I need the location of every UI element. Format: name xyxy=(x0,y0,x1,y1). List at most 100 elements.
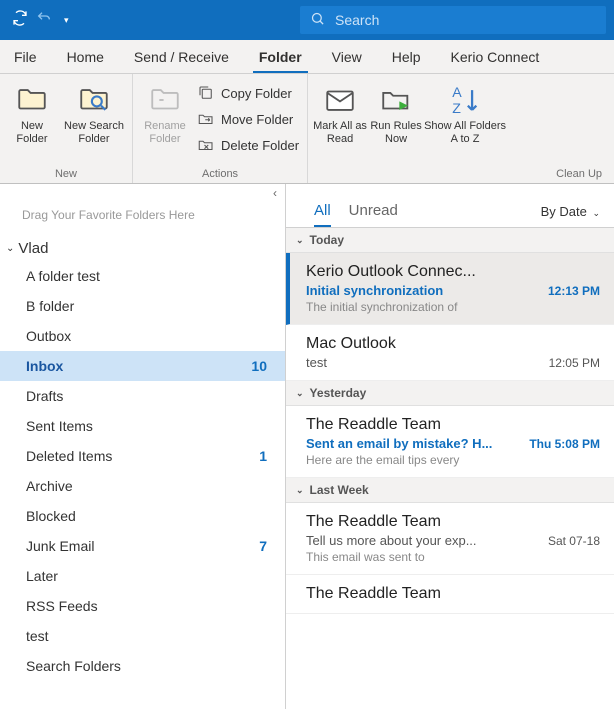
folder-count: 1 xyxy=(259,448,267,464)
message-item[interactable]: The Readdle Team xyxy=(286,575,614,614)
show-all-folders-az-button[interactable]: AZ Show All Folders A to Z xyxy=(424,78,506,146)
folder-label: A folder test xyxy=(26,268,100,284)
move-folder-label: Move Folder xyxy=(221,112,293,127)
message-item[interactable]: The Readdle Team Sent an email by mistak… xyxy=(286,406,614,478)
copy-folder-icon xyxy=(197,84,215,102)
folder-label: Later xyxy=(26,568,58,584)
folder-item[interactable]: Outbox xyxy=(0,321,285,351)
filter-unread[interactable]: Unread xyxy=(349,202,398,227)
menu-tabs: File Home Send / Receive Folder View Hel… xyxy=(0,40,614,74)
search-box[interactable] xyxy=(300,6,606,34)
message-item[interactable]: The Readdle Team Tell us more about your… xyxy=(286,503,614,575)
folder-label: B folder xyxy=(26,298,74,314)
folder-item[interactable]: A folder test xyxy=(0,261,285,291)
group-last-week[interactable]: ⌄ Last Week xyxy=(286,478,614,503)
message-time: 12:05 PM xyxy=(549,356,600,370)
sync-icon[interactable] xyxy=(12,10,28,30)
delete-folder-button[interactable]: Delete Folder xyxy=(195,134,301,156)
copy-folder-button[interactable]: Copy Folder xyxy=(195,82,301,104)
message-subject: Sent an email by mistake? H... xyxy=(306,436,492,451)
folder-label: Search Folders xyxy=(26,658,121,674)
folder-item[interactable]: Drafts xyxy=(0,381,285,411)
tab-home[interactable]: Home xyxy=(61,43,110,73)
run-rules-now-button[interactable]: Run Rules Now xyxy=(368,78,424,146)
run-rules-now-label: Run Rules Now xyxy=(370,120,421,145)
search-input[interactable] xyxy=(335,12,555,28)
folder-item[interactable]: Blocked xyxy=(0,501,285,531)
qat-dropdown-icon[interactable]: ▾ xyxy=(64,15,69,26)
folder-item[interactable]: test xyxy=(0,621,285,651)
mark-all-as-read-button[interactable]: Mark All as Read xyxy=(312,78,368,146)
move-folder-button[interactable]: Move Folder xyxy=(195,108,301,130)
message-from: Mac Outlook xyxy=(306,335,396,353)
message-item[interactable]: Mac Outlook test12:05 PM xyxy=(286,325,614,381)
group-today-label: Today xyxy=(310,233,344,247)
show-all-folders-az-label: Show All Folders A to Z xyxy=(424,120,506,145)
chevron-down-icon: ⌄ xyxy=(6,243,14,254)
folder-item[interactable]: Later xyxy=(0,561,285,591)
folder-label: RSS Feeds xyxy=(26,598,98,614)
search-folder-icon xyxy=(60,80,128,120)
message-preview: The initial synchronization of xyxy=(306,300,566,314)
sort-by-dropdown[interactable]: By Date ⌄ xyxy=(541,204,600,227)
move-folder-icon xyxy=(197,110,215,128)
title-bar: ▾ xyxy=(0,0,614,40)
rename-folder-button: Rename Folder xyxy=(137,78,193,146)
delete-folder-label: Delete Folder xyxy=(221,138,299,153)
delete-folder-icon xyxy=(197,136,215,154)
ribbon-group-actions-label: Actions xyxy=(133,168,307,183)
ribbon-group-cleanup: Mark All as Read Run Rules Now AZ Show A… xyxy=(308,74,614,183)
new-search-folder-label: New Search Folder xyxy=(64,120,124,145)
chevron-down-icon: ⌄ xyxy=(296,388,304,399)
tab-send-receive[interactable]: Send / Receive xyxy=(128,43,235,73)
folder-pane: ‹ Drag Your Favorite Folders Here ⌄ Vlad… xyxy=(0,184,286,709)
folder-item[interactable]: Junk Email7 xyxy=(0,531,285,561)
folder-label: Archive xyxy=(26,478,73,494)
new-folder-button[interactable]: New Folder xyxy=(4,78,60,146)
chevron-down-icon: ⌄ xyxy=(296,485,304,496)
folder-item[interactable]: Sent Items xyxy=(0,411,285,441)
message-subject: Tell us more about your exp... xyxy=(306,533,477,548)
group-today[interactable]: ⌄ Today xyxy=(286,228,614,253)
message-pane: All Unread By Date ⌄ ⌄ Today Kerio Outlo… xyxy=(286,184,614,709)
mark-all-as-read-label: Mark All as Read xyxy=(313,120,367,145)
new-search-folder-button[interactable]: New Search Folder xyxy=(60,78,128,146)
tab-file[interactable]: File xyxy=(8,43,43,73)
tab-kerio[interactable]: Kerio Connect xyxy=(445,43,546,73)
mark-read-icon xyxy=(312,80,368,120)
search-icon xyxy=(300,11,335,30)
message-from: The Readdle Team xyxy=(306,585,441,603)
tab-folder[interactable]: Folder xyxy=(253,43,308,73)
filter-all[interactable]: All xyxy=(314,202,331,227)
undo-icon[interactable] xyxy=(36,10,52,30)
tab-view[interactable]: View xyxy=(326,43,368,73)
folder-list: A folder test B folder OutboxInbox10Drafts… xyxy=(0,261,285,681)
message-from: The Readdle Team xyxy=(306,416,441,434)
message-time: 12:13 PM xyxy=(548,284,600,298)
favorites-hint: Drag Your Favorite Folders Here xyxy=(0,202,285,236)
tab-help[interactable]: Help xyxy=(386,43,427,73)
message-item[interactable]: Kerio Outlook Connec... Initial synchron… xyxy=(286,253,614,325)
account-row[interactable]: ⌄ Vlad xyxy=(0,236,285,261)
group-yesterday-label: Yesterday xyxy=(310,386,367,400)
collapse-pane-icon[interactable]: ‹ xyxy=(0,184,285,202)
group-yesterday[interactable]: ⌄ Yesterday xyxy=(286,381,614,406)
folder-item[interactable]: Inbox10 xyxy=(0,351,285,381)
folder-item[interactable]: B folder xyxy=(0,291,285,321)
folder-item[interactable]: Deleted Items1 xyxy=(0,441,285,471)
new-folder-label: New Folder xyxy=(16,120,47,145)
folder-item[interactable]: Archive xyxy=(0,471,285,501)
folder-item[interactable]: RSS Feeds xyxy=(0,591,285,621)
sort-by-label: By Date xyxy=(541,204,587,219)
group-last-week-label: Last Week xyxy=(310,483,369,497)
folder-count: 10 xyxy=(251,358,267,374)
ribbon-group-cleanup-label: Clean Up xyxy=(308,168,614,183)
message-subject: Initial synchronization xyxy=(306,283,443,298)
folder-item[interactable]: Search Folders xyxy=(0,651,285,681)
account-name: Vlad xyxy=(18,240,48,257)
ribbon-group-new-label: New xyxy=(0,168,132,183)
message-time: Sat 07-18 xyxy=(548,534,600,548)
svg-text:Z: Z xyxy=(452,101,461,117)
folder-icon xyxy=(4,80,60,120)
sort-az-icon: AZ xyxy=(424,80,506,120)
